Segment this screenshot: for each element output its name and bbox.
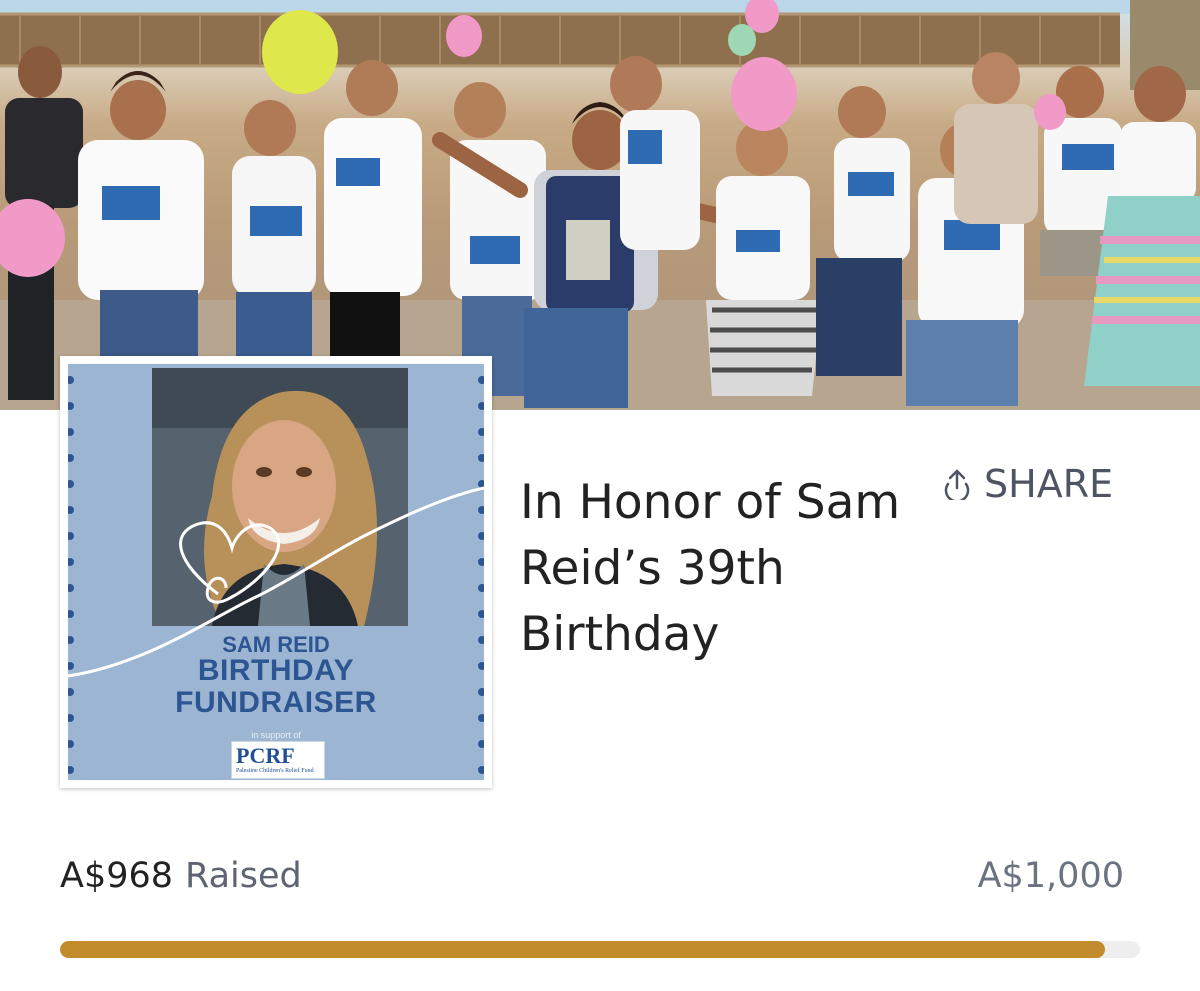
fundraiser-card-image: SAM REID BIRTHDAY FUNDRAISER in support … xyxy=(60,356,492,788)
share-upload-icon xyxy=(944,469,970,500)
raised-label: Raised xyxy=(185,856,302,896)
raised-summary: A$968 Raised xyxy=(60,856,302,896)
card-artwork: SAM REID BIRTHDAY FUNDRAISER in support … xyxy=(68,364,484,780)
card-birthday-text: BIRTHDAY xyxy=(197,654,355,687)
hero-photo xyxy=(0,0,1200,410)
fundraiser-title: In Honor of Sam Reid’s 39th Birthday xyxy=(520,475,901,662)
hero-illustration xyxy=(0,0,1200,410)
pcrf-logo-text: PCRF xyxy=(236,743,295,768)
share-label: SHARE xyxy=(984,462,1114,506)
card-support-text: in support of xyxy=(251,730,301,740)
progress-bar-track xyxy=(60,941,1140,958)
goal-amount: A$1,000 xyxy=(977,856,1124,896)
progress-bar-fill xyxy=(60,941,1106,958)
pcrf-logo: PCRF Palestine Children's Relief Fund xyxy=(231,741,325,779)
pcrf-logo-subtitle: Palestine Children's Relief Fund xyxy=(236,768,314,774)
raised-amount: A$968 xyxy=(60,856,174,896)
card-fundraiser-text: FUNDRAISER xyxy=(175,686,377,719)
share-button[interactable]: SHARE xyxy=(942,462,1113,506)
